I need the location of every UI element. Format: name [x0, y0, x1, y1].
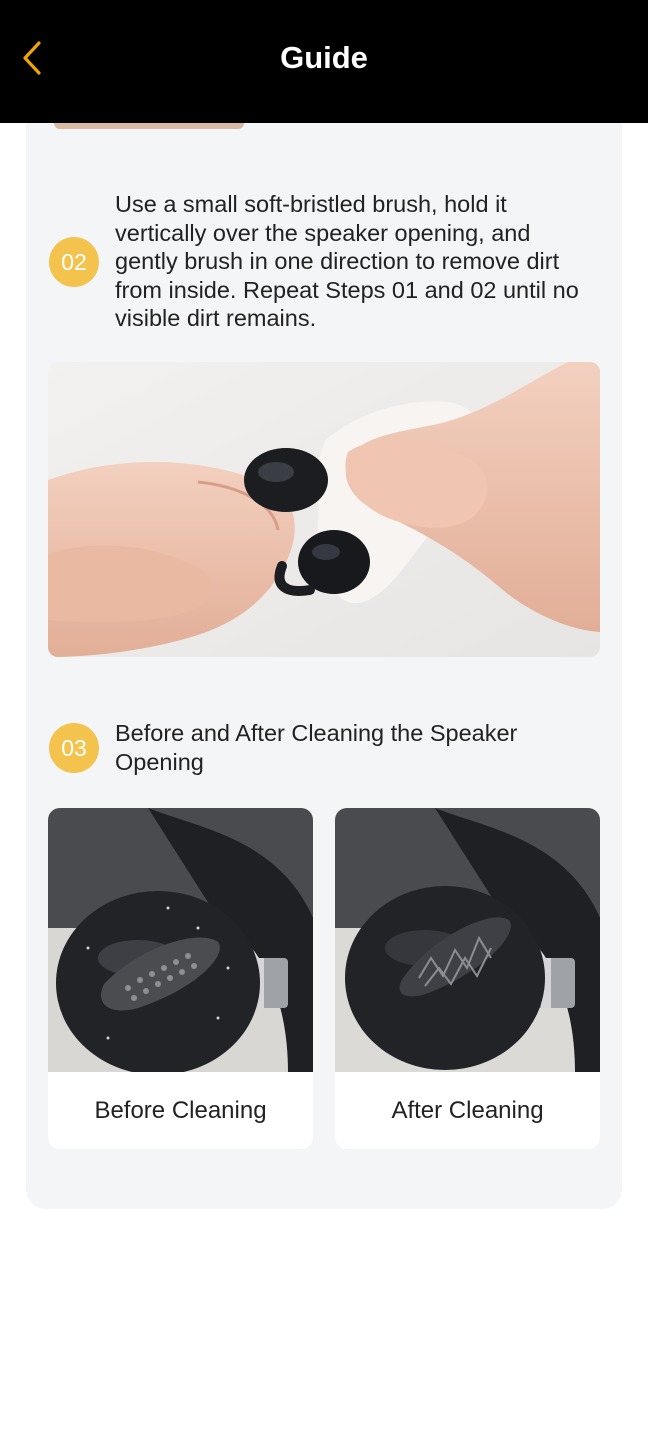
step-02-photo — [48, 362, 600, 657]
step-text-02: Use a small soft-bristled brush, hold it… — [115, 191, 579, 331]
after-cleaning-card: After Cleaning — [335, 808, 600, 1149]
before-cleaning-card: Before Cleaning — [48, 808, 313, 1149]
before-cleaning-image — [48, 808, 313, 1075]
after-cleaning-image — [335, 808, 600, 1072]
step-badge-02: 02 — [49, 237, 99, 287]
page-title: Guide — [280, 40, 368, 75]
step-text-03: Before and After Cleaning the Speaker Op… — [115, 720, 518, 775]
step-badge-03: 03 — [49, 723, 99, 773]
previous-step-image-edge — [54, 123, 244, 129]
after-cleaning-label: After Cleaning — [391, 1096, 544, 1124]
before-cleaning-label: Before Cleaning — [94, 1096, 267, 1124]
app-header: Guide — [0, 0, 648, 123]
